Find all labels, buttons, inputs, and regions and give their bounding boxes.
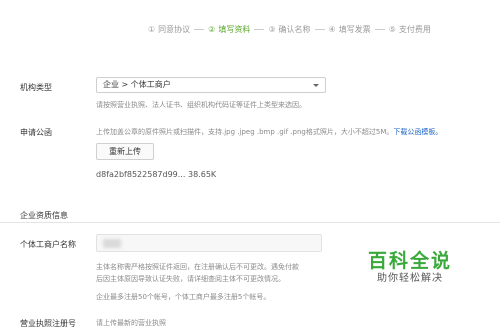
license-upload-hint: 请上传最新的营业执照: [96, 319, 166, 327]
step-divider: [374, 28, 385, 30]
step-fill-info: ② 填写资料: [208, 24, 250, 35]
step-fill-info-label: 填写资料: [218, 24, 251, 34]
section-divider: [0, 222, 500, 223]
step-fill-info-number: ②: [208, 24, 216, 34]
step-divider: [314, 28, 325, 30]
step-payment-number: ⑤: [388, 24, 396, 34]
step-divider: [254, 28, 265, 30]
qualification-section-title: 企业资质信息: [20, 211, 68, 220]
step-confirm-name-number: ③: [268, 24, 276, 34]
uploaded-file-size: 38.65K: [188, 170, 217, 179]
step-agree-number: ①: [148, 24, 156, 34]
account-limit-hint: 企业最多注册50个帐号，个体工商户最多注册5个帐号。: [96, 293, 271, 301]
step-payment: ⑤ 支付费用: [389, 24, 431, 35]
step-confirm-name: ③ 确认名称: [268, 24, 310, 35]
apply-letter-hint: 上传加盖公章的原件照片或扫描件，支持.jpg .jpeg .bmp .gif .…: [96, 127, 442, 137]
step-divider: [194, 28, 205, 30]
org-type-label: 机构类型: [20, 83, 52, 92]
business-name-hint-2-text: 后因主体原因导致认证失败，请详细查阅主体不可更改情况。: [96, 275, 285, 283]
business-name-hint-1: 主体名称需严格按照证件返回，在注册确认后不可更改。遇免付款: [96, 263, 299, 271]
redacted-text: [103, 239, 121, 248]
org-type-selected-value: 企业 > 个体工商户: [103, 80, 171, 89]
org-type-select[interactable]: 企业 > 个体工商户: [96, 77, 326, 93]
step-agree: ① 同意协议: [148, 24, 190, 35]
watermark-main: 百科全说: [368, 250, 453, 272]
watermark: 百科全说 助你轻松解决: [368, 250, 452, 286]
business-name-label: 个体工商户名称: [20, 240, 76, 249]
org-type-hint: 请按照营业执照、法人证书、组织机构代码证等证件上类型来选因。: [96, 101, 306, 109]
progress-steps: ① 同意协议 ② 填写资料 ③ 确认名称 ④ 填写发票 ⑤ 支付费用: [148, 22, 431, 36]
chevron-down-icon: [313, 84, 319, 87]
watermark-sub: 助你轻松解决: [377, 273, 443, 284]
step-invoice-number: ④: [328, 24, 336, 34]
reupload-button[interactable]: 重新上传: [96, 143, 154, 160]
business-name-hint-2: 后因主体原因导致认证失败，请详细查阅主体不可更改情况。: [96, 274, 285, 284]
step-payment-label: 支付费用: [398, 24, 431, 34]
step-agree-label: 同意协议: [158, 24, 191, 34]
step-invoice: ④ 填写发票: [329, 24, 371, 35]
apply-letter-hint-text: 上传加盖公章的原件照片或扫描件，支持.jpg .jpeg .bmp .gif .…: [96, 128, 394, 136]
download-template-link[interactable]: 下载公函模板。: [393, 128, 442, 136]
step-confirm-name-label: 确认名称: [278, 24, 311, 34]
step-invoice-label: 填写发票: [338, 24, 371, 34]
uploaded-file-name: d8fa2bf8522587d99...: [96, 170, 186, 179]
business-name-input[interactable]: [96, 234, 322, 252]
apply-letter-label: 申请公函: [20, 128, 52, 137]
